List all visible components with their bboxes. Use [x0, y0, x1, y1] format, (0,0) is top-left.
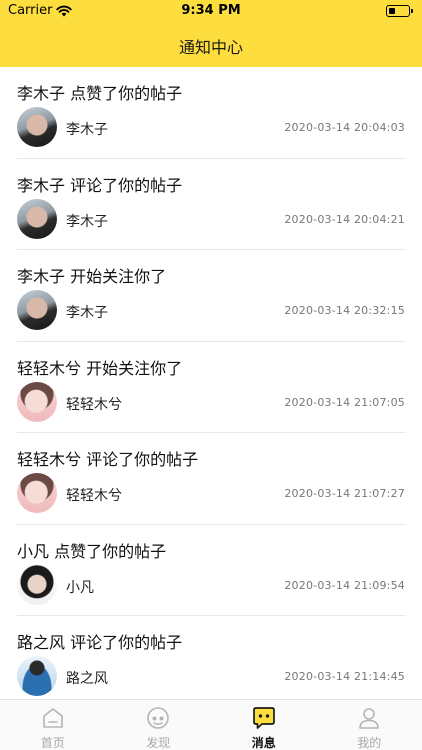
tab-discover-label: 发现: [146, 736, 171, 750]
notification-title: 小凡 点赞了你的帖子: [17, 541, 167, 561]
notification-item[interactable]: 小凡 点赞了你的帖子 小凡 2020-03-14 21:09:54: [17, 525, 405, 616]
avatar[interactable]: [17, 381, 57, 422]
notification-item[interactable]: 路之风 评论了你的帖子 路之风 2020-03-14 21:14:45: [17, 616, 405, 699]
notification-item[interactable]: 李木子 评论了你的帖子 李木子 2020-03-14 20:04:21: [17, 159, 405, 250]
notification-item[interactable]: 轻轻木兮 评论了你的帖子 轻轻木兮 2020-03-14 21:07:27: [17, 433, 405, 525]
notification-time: 2020-03-14 21:07:27: [284, 487, 405, 500]
notification-item[interactable]: 轻轻木兮 开始关注你了 轻轻木兮 2020-03-14 21:07:05: [17, 342, 405, 433]
tab-bar: 首页 发现 消息 我的: [0, 699, 422, 750]
notification-title: 李木子 评论了你的帖子: [17, 175, 183, 195]
avatar[interactable]: [17, 656, 57, 696]
discover-icon: [147, 707, 170, 729]
notification-user[interactable]: 轻轻木兮: [66, 394, 122, 414]
notification-time: 2020-03-14 21:07:05: [284, 395, 405, 409]
notification-user[interactable]: 路之风: [66, 668, 108, 688]
tab-profile[interactable]: 我的: [317, 700, 422, 750]
tab-messages-label: 消息: [251, 736, 276, 750]
tab-profile-label: 我的: [357, 736, 382, 750]
battery-level-fill: [388, 7, 395, 14]
notification-list: 李木子 点赞了你的帖子 李木子 2020-03-14 20:04:03 李木子 …: [0, 67, 422, 699]
notification-title: 轻轻木兮 开始关注你了: [17, 358, 183, 378]
tab-home-label: 首页: [40, 736, 65, 750]
notification-time: 2020-03-14 20:04:03: [284, 121, 405, 134]
top-bar: Carrier 9:34 PM 通知中心: [0, 0, 422, 67]
home-icon: [42, 708, 63, 728]
notification-time: 2020-03-14 20:32:15: [284, 304, 405, 317]
notification-user[interactable]: 李木子: [66, 119, 108, 139]
notification-time: 2020-03-14 21:09:54: [284, 578, 405, 592]
status-time: 9:34 PM: [181, 3, 241, 18]
message-icon: [252, 707, 275, 729]
notification-time: 2020-03-14 20:04:21: [284, 212, 405, 226]
tab-home[interactable]: 首页: [0, 700, 106, 750]
page-title: 通知中心: [178, 38, 243, 57]
tab-messages[interactable]: 消息: [211, 700, 317, 750]
notification-title: 轻轻木兮 评论了你的帖子: [17, 450, 199, 469]
notification-title: 李木子 点赞了你的帖子: [17, 84, 183, 103]
avatar[interactable]: [17, 198, 57, 239]
notification-user[interactable]: 李木子: [66, 211, 108, 231]
notification-user[interactable]: 小凡: [66, 577, 94, 597]
profile-icon: [359, 708, 380, 729]
battery-icon: [386, 5, 413, 17]
tab-discover[interactable]: 发现: [106, 700, 212, 750]
status-bar: Carrier 9:34 PM: [0, 0, 422, 22]
notification-item[interactable]: 李木子 开始关注你了 李木子 2020-03-14 20:32:15: [17, 250, 405, 342]
notification-item[interactable]: 李木子 点赞了你的帖子 李木子 2020-03-14 20:04:03: [17, 67, 405, 159]
notification-user[interactable]: 轻轻木兮: [66, 485, 122, 505]
avatar[interactable]: [17, 290, 57, 330]
notification-title: 路之风 评论了你的帖子: [17, 633, 183, 652]
avatar[interactable]: [17, 107, 57, 147]
avatar[interactable]: [17, 564, 57, 605]
notification-user[interactable]: 李木子: [66, 302, 108, 322]
avatar[interactable]: [17, 473, 57, 513]
notification-title: 李木子 开始关注你了: [17, 267, 167, 286]
notification-time: 2020-03-14 21:14:45: [284, 670, 405, 683]
